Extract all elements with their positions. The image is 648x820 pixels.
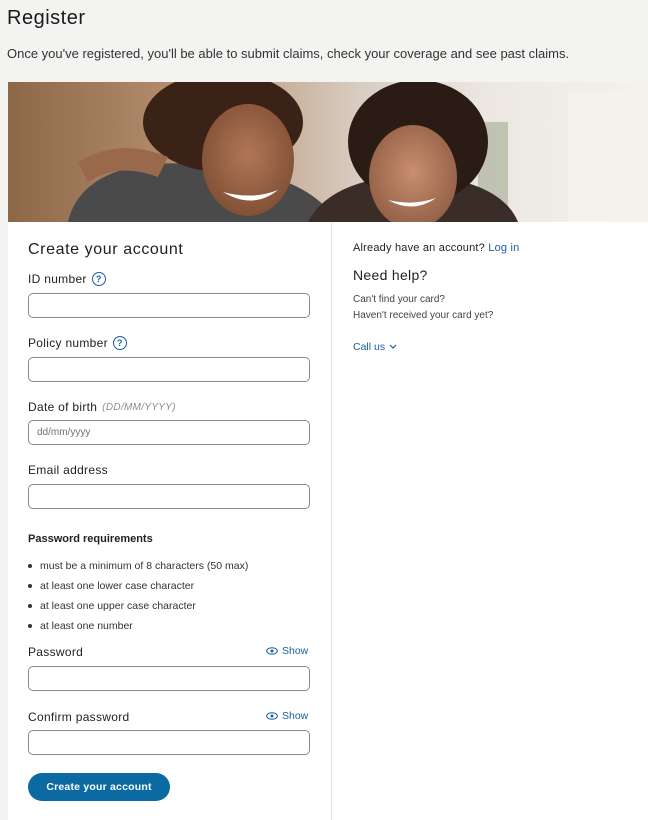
password-requirements-title: Password requirements <box>28 533 153 545</box>
confirm-password-input[interactable] <box>28 730 310 755</box>
requirement-item: must be a minimum of 8 characters (50 ma… <box>28 556 248 576</box>
page-subtitle: Once you've registered, you'll be able t… <box>7 46 570 61</box>
dob-label: Date of birth (DD/MM/YYYY) <box>28 400 176 414</box>
page-title: Register <box>7 7 86 29</box>
id-number-label: ID number ? <box>28 272 106 286</box>
hero-image <box>8 82 648 222</box>
password-label-text: Password <box>28 645 84 659</box>
show-confirm-password-label: Show <box>282 710 309 722</box>
requirement-text: must be a minimum of 8 characters (50 ma… <box>40 560 249 572</box>
chevron-down-icon <box>389 344 397 349</box>
bullet-icon <box>28 604 32 608</box>
policy-number-label-text: Policy number <box>28 336 108 350</box>
already-have-account-text: Already have an account? Log in <box>353 242 519 254</box>
login-link[interactable]: Log in <box>488 242 519 254</box>
email-label: Email address <box>28 463 108 477</box>
password-label: Password <box>28 645 83 659</box>
help-line-card: Can't find your card? <box>353 294 445 305</box>
call-us-label: Call us <box>353 341 386 353</box>
policy-number-label: Policy number ? <box>28 336 127 350</box>
password-input[interactable] <box>28 666 310 691</box>
column-divider <box>331 222 332 820</box>
dob-input[interactable] <box>28 420 310 445</box>
policy-number-input[interactable] <box>28 357 310 382</box>
confirm-password-label-text: Confirm password <box>28 710 130 724</box>
id-number-label-text: ID number <box>28 272 87 286</box>
bullet-icon <box>28 624 32 628</box>
dob-label-text: Date of birth <box>28 400 98 414</box>
bullet-icon <box>28 564 32 568</box>
show-password-toggle[interactable]: Show <box>266 645 308 657</box>
help-line-received: Haven't received your card yet? <box>353 310 494 321</box>
id-number-input[interactable] <box>28 293 310 318</box>
form-title: Create your account <box>28 241 184 258</box>
eye-icon <box>266 712 278 720</box>
requirement-text: at least one number <box>40 620 133 632</box>
requirement-item: at least one lower case character <box>28 576 248 596</box>
create-account-button[interactable]: Create your account <box>28 773 170 801</box>
email-input[interactable] <box>28 484 310 509</box>
confirm-password-label: Confirm password <box>28 710 130 724</box>
show-confirm-password-toggle[interactable]: Show <box>266 710 308 722</box>
call-us-dropdown[interactable]: Call us <box>353 341 397 353</box>
email-label-text: Email address <box>28 463 108 477</box>
requirement-text: at least one upper case character <box>40 600 196 612</box>
help-text: Can't find your card? Haven't received y… <box>353 292 493 324</box>
password-requirements-list: must be a minimum of 8 characters (50 ma… <box>28 556 248 636</box>
help-icon[interactable]: ? <box>112 336 127 350</box>
requirement-item: at least one upper case character <box>28 596 248 616</box>
help-icon[interactable]: ? <box>91 272 106 286</box>
show-password-label: Show <box>282 645 309 657</box>
dob-format-hint: (DD/MM/YYYY) <box>102 401 176 413</box>
eye-icon <box>266 647 278 655</box>
requirement-item: at least one number <box>28 616 248 636</box>
requirement-text: at least one lower case character <box>40 580 195 592</box>
hero-photo-illustration <box>68 82 648 222</box>
need-help-title: Need help? <box>353 267 428 283</box>
bullet-icon <box>28 584 32 588</box>
already-have-account-label: Already have an account? <box>353 242 485 254</box>
